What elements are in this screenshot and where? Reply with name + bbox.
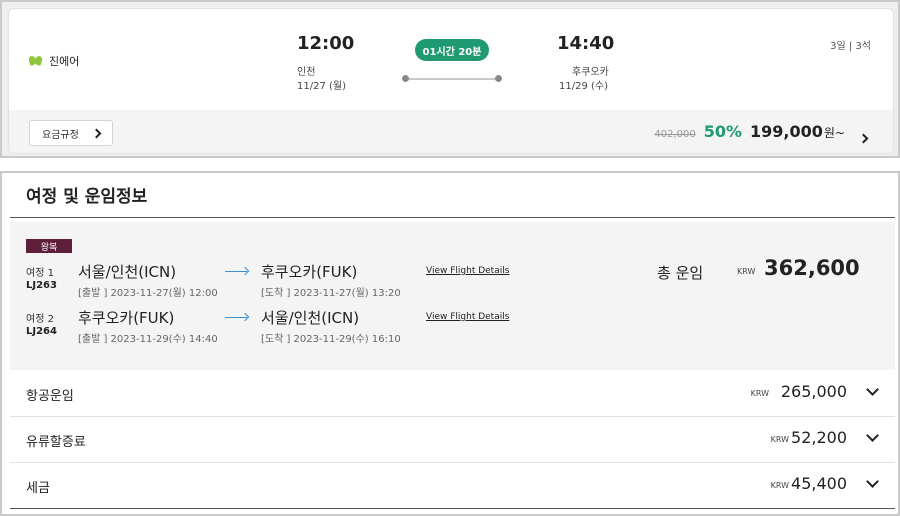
chevron-down-icon[interactable] [866, 383, 879, 396]
fare-row-label: 세금 [26, 481, 50, 496]
segment-1-arrival-time: [도착 ] 2023-11-27(월) 13:20 [261, 288, 401, 299]
itinerary-fare-panel: 여정 및 운임정보 왕복 여정 1 LJ263 서울/인천(ICN) [출발 ]… [0, 171, 900, 516]
original-price: 402,000 [654, 129, 696, 140]
route-start-dot [402, 75, 409, 82]
price-unit: 원~ [823, 126, 845, 140]
total-fare-amount: 362,600 [764, 256, 860, 280]
fare-bar: 요금규정 402,000 50% 199,000 원~ [9, 110, 893, 153]
fare-row-taxes[interactable]: 세금 KRW 45,400 [10, 463, 895, 509]
flight-duration-badge: 01시간 20분 [415, 39, 489, 61]
segment-2-view-details-link[interactable]: View Flight Details [426, 312, 509, 322]
trip-type-badge: 왕복 [26, 239, 72, 253]
total-fare-label: 총 운임 [657, 264, 704, 282]
fare-row-currency: KRW [750, 389, 769, 398]
route-line [405, 78, 499, 80]
departure-date: 11/27 (월) [297, 81, 346, 92]
segment-2-destination: 서울/인천(ICN) [261, 309, 360, 327]
segment-2-departure-time: [출발 ] 2023-11-29(수) 14:40 [78, 334, 218, 345]
flight-card[interactable]: 진에어 12:00 인천 11/27 (월) 01시간 20분 14:40 후쿠… [8, 8, 894, 154]
flight-result-panel: 진에어 12:00 인천 11/27 (월) 01시간 20분 14:40 후쿠… [0, 0, 900, 158]
arrow-right-icon [225, 317, 247, 318]
arrival-date: 11/29 (수) [559, 81, 608, 92]
segment-1-label: 여정 1 [26, 268, 54, 279]
segment-2-flight-number: LJ264 [26, 326, 57, 337]
fare-row-fuel-surcharge[interactable]: 유류할증료 KRW 52,200 [10, 417, 895, 463]
stay-seats-info: 3일 | 3석 [830, 41, 871, 52]
route-end-dot [495, 75, 502, 82]
segment-2-origin: 후쿠오카(FUK) [78, 309, 175, 327]
fare-row-currency: KRW [770, 481, 789, 490]
jinair-logo-icon [27, 55, 44, 67]
fare-row-airfare[interactable]: 항공운임 KRW 265,000 [10, 371, 895, 417]
segment-1-origin: 서울/인천(ICN) [78, 263, 177, 281]
total-fare-currency: KRW [737, 267, 756, 276]
fare-row-amount: 265,000 [780, 382, 847, 401]
fare-rules-label: 요금규정 [42, 129, 79, 141]
segment-2-label: 여정 2 [26, 314, 54, 325]
fare-rules-button[interactable]: 요금규정 [29, 120, 113, 146]
price-summary[interactable]: 402,000 50% 199,000 원~ [654, 122, 867, 141]
arrow-right-icon [225, 271, 247, 272]
departure-city: 인천 [297, 67, 316, 78]
fare-row-currency: KRW [770, 435, 789, 444]
segment-1-flight-number: LJ263 [26, 280, 57, 291]
arrival-city: 후쿠오카 [572, 67, 609, 78]
chevron-down-icon[interactable] [866, 429, 879, 442]
discount-rate: 50% [703, 122, 743, 141]
airline-info: 진에어 [27, 53, 80, 69]
segment-1-view-details-link[interactable]: View Flight Details [426, 266, 509, 276]
itinerary-box: 왕복 여정 1 LJ263 서울/인천(ICN) [출발 ] 2023-11-2… [10, 222, 895, 370]
chevron-right-icon [91, 128, 102, 138]
sale-price: 199,000 [750, 122, 823, 141]
fare-row-amount: 45,400 [791, 474, 847, 493]
segment-2-arrival-time: [도착 ] 2023-11-29(수) 16:10 [261, 334, 401, 345]
fare-row-label: 유류할증료 [26, 435, 86, 450]
fare-row-label: 항공운임 [26, 389, 74, 404]
fare-row-amount: 52,200 [791, 428, 847, 447]
arrival-time: 14:40 [557, 33, 615, 54]
airline-name: 진에어 [49, 55, 80, 68]
section-title: 여정 및 운임정보 [26, 187, 148, 207]
chevron-down-icon[interactable] [866, 475, 879, 488]
divider [10, 217, 895, 218]
segment-1-destination: 후쿠오카(FUK) [261, 263, 358, 281]
segment-1-departure-time: [출발 ] 2023-11-27(월) 12:00 [78, 288, 218, 299]
departure-time: 12:00 [297, 33, 355, 54]
